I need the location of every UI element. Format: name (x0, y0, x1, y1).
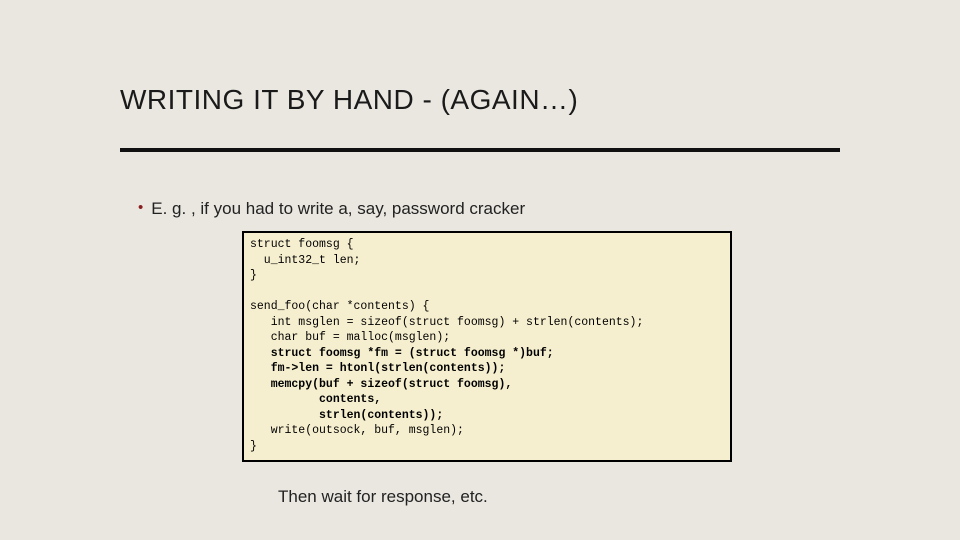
bullet-text: E. g. , if you had to write a, say, pass… (151, 199, 525, 218)
slide: WRITING IT BY HAND - (AGAIN…) • E. g. , i… (0, 0, 960, 540)
bullet-dot-icon: • (138, 199, 143, 216)
code-line: } (250, 440, 257, 453)
code-line: send_foo(char *contents) { (250, 300, 429, 313)
code-line: char buf = malloc(msglen); (250, 331, 450, 344)
code-line-bold: struct foomsg *fm = (struct foomsg *)buf… (250, 347, 554, 360)
code-line-bold: strlen(contents)); (250, 409, 443, 422)
code-line-bold: memcpy(buf + sizeof(struct foomsg), (250, 378, 512, 391)
code-line: int msglen = sizeof(struct foomsg) + str… (250, 316, 643, 329)
code-line: u_int32_t len; (250, 254, 360, 267)
title-underline (120, 148, 840, 152)
code-block: struct foomsg { u_int32_t len; } send_fo… (242, 231, 732, 462)
code-line: write(outsock, buf, msglen); (250, 424, 464, 437)
footnote-text: Then wait for response, etc. (278, 487, 488, 507)
code-line-bold: fm->len = htonl(strlen(contents)); (250, 362, 505, 375)
code-line: struct foomsg { (250, 238, 354, 251)
code-line-bold: contents, (250, 393, 381, 406)
code-line: } (250, 269, 257, 282)
slide-title: WRITING IT BY HAND - (AGAIN…) (120, 84, 578, 116)
bullet-line: • E. g. , if you had to write a, say, pas… (138, 199, 525, 219)
